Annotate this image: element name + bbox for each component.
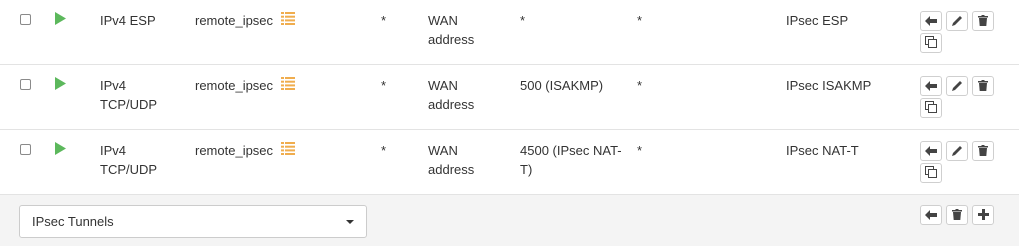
caret-down-icon [346, 220, 354, 224]
destination-cell: WAN address [428, 13, 475, 47]
clone-icon [925, 100, 937, 116]
move-rule-button[interactable] [920, 76, 942, 96]
trash-icon [978, 14, 988, 29]
pencil-icon [951, 79, 963, 94]
pencil-icon [951, 144, 963, 159]
destination-cell: WAN address [428, 143, 475, 177]
copy-rule-button[interactable] [920, 33, 942, 53]
row-select-checkbox[interactable] [20, 14, 31, 25]
source-cell: remote_ipsec [195, 13, 274, 28]
arrow-left-icon [925, 14, 937, 29]
protocol-cell: IPv4 TCP/UDP [100, 143, 158, 177]
gateway-cell: * [637, 143, 643, 158]
play-icon[interactable] [55, 12, 66, 28]
table-row: IPv4 ESP remote_ipsec * WAN address * * … [0, 0, 1019, 65]
clone-icon [925, 35, 937, 51]
arrow-left-icon [925, 79, 937, 94]
add-rule-button[interactable] [972, 205, 994, 225]
protocol-cell: IPv4 TCP/UDP [100, 78, 158, 112]
copy-rule-button[interactable] [920, 163, 942, 183]
description-cell: IPsec ISAKMP [786, 78, 872, 93]
list-icon[interactable] [281, 142, 295, 158]
list-icon[interactable] [281, 12, 295, 28]
interface-select-value: IPsec Tunnels [32, 214, 114, 229]
source-port-cell: * [381, 143, 387, 158]
interface-select[interactable]: IPsec Tunnels [19, 205, 367, 238]
arrow-left-icon [925, 208, 937, 223]
gateway-cell: * [637, 78, 643, 93]
row-select-checkbox[interactable] [20, 79, 31, 90]
protocol-cell: IPv4 ESP [100, 13, 156, 28]
destination-cell: WAN address [428, 78, 475, 112]
move-rule-button[interactable] [920, 141, 942, 161]
plus-icon [977, 208, 989, 223]
list-icon[interactable] [281, 77, 295, 93]
delete-rule-button[interactable] [972, 141, 994, 161]
pencil-icon [951, 14, 963, 29]
source-port-cell: * [381, 13, 387, 28]
destination-port-cell: 500 (ISAKMP) [520, 78, 604, 93]
play-icon[interactable] [55, 142, 66, 158]
arrow-left-icon [925, 144, 937, 159]
gateway-cell: * [637, 13, 643, 28]
delete-rule-button[interactable] [972, 76, 994, 96]
edit-rule-button[interactable] [946, 76, 968, 96]
delete-rule-button[interactable] [972, 11, 994, 31]
edit-rule-button[interactable] [946, 141, 968, 161]
table-row: IPv4 TCP/UDP remote_ipsec * WAN address … [0, 130, 1019, 195]
table-footer: IPsec Tunnels [0, 195, 1019, 246]
destination-port-cell: 4500 (IPsec NAT-T) [520, 143, 622, 177]
delete-selected-button[interactable] [946, 205, 968, 225]
source-cell: remote_ipsec [195, 143, 274, 158]
source-port-cell: * [381, 78, 387, 93]
trash-icon [978, 144, 988, 159]
move-rule-button[interactable] [920, 11, 942, 31]
clone-icon [925, 165, 937, 181]
destination-port-cell: * [520, 13, 526, 28]
trash-icon [952, 208, 962, 223]
play-icon[interactable] [55, 77, 66, 93]
edit-rule-button[interactable] [946, 11, 968, 31]
description-cell: IPsec ESP [786, 13, 849, 28]
source-cell: remote_ipsec [195, 78, 274, 93]
table-row: IPv4 TCP/UDP remote_ipsec * WAN address … [0, 65, 1019, 130]
row-select-checkbox[interactable] [20, 144, 31, 155]
description-cell: IPsec NAT-T [786, 143, 859, 158]
trash-icon [978, 79, 988, 94]
move-selected-button[interactable] [920, 205, 942, 225]
copy-rule-button[interactable] [920, 98, 942, 118]
